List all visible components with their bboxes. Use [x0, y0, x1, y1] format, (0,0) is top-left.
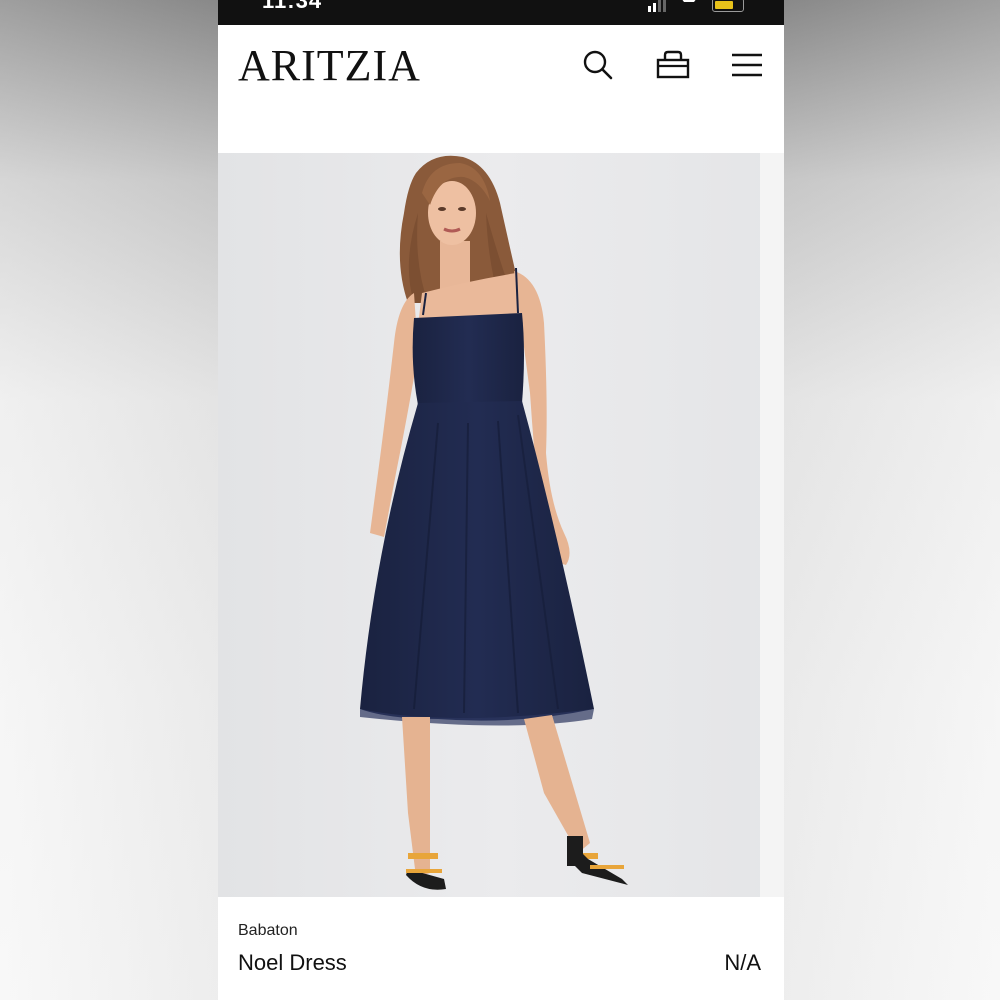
- product-price: N/A: [724, 950, 761, 975]
- status-time: 11:34: [262, 0, 323, 13]
- menu-icon[interactable]: [729, 47, 765, 83]
- phone-screen: 11:34 ARITZIA Babaton Noel Dress N/A: [218, 0, 784, 1000]
- aritzia-logo[interactable]: ARITZIA: [238, 41, 421, 91]
- search-icon[interactable]: [580, 47, 616, 83]
- wifi-icon: [678, 0, 700, 12]
- battery-icon: [712, 0, 744, 12]
- background-right: [784, 0, 1000, 1000]
- status-bar: 11:34: [218, 0, 784, 25]
- signal-icon: [648, 0, 666, 12]
- product-name[interactable]: Noel Dress: [238, 950, 347, 976]
- background-left: [0, 0, 218, 1000]
- product-image[interactable]: [218, 153, 784, 897]
- status-icons: [648, 0, 744, 12]
- product-brand[interactable]: Babaton: [238, 922, 298, 940]
- battery-level: [715, 1, 733, 9]
- site-header: ARITZIA: [218, 25, 784, 153]
- shopping-bag-icon[interactable]: [655, 47, 691, 83]
- model-photo: [218, 153, 784, 897]
- product-info: Babaton Noel Dress N/A: [218, 897, 784, 1000]
